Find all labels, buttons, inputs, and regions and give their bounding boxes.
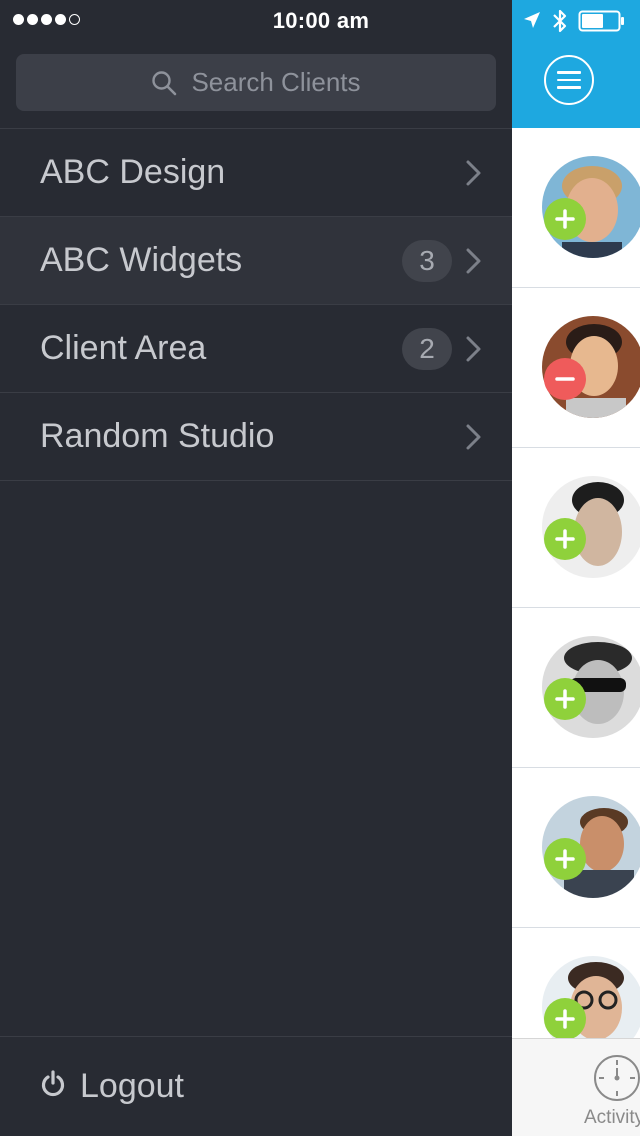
- add-person-button[interactable]: [544, 998, 586, 1040]
- status-bar-right: [512, 6, 640, 36]
- power-icon: [40, 1070, 66, 1103]
- add-person-button[interactable]: [544, 518, 586, 560]
- status-bar: 10:00 am: [0, 0, 512, 40]
- client-item-abc-widgets[interactable]: ABC Widgets 3: [0, 217, 512, 305]
- client-item-client-area[interactable]: Client Area 2: [0, 305, 512, 393]
- client-list: ABC Design ABC Widgets 3 Client Area 2 R…: [0, 128, 512, 481]
- bluetooth-icon: [552, 8, 568, 39]
- person-row[interactable]: [512, 448, 640, 608]
- client-name: ABC Design: [40, 153, 226, 191]
- clock-icon: [592, 1053, 640, 1108]
- client-item-random-studio[interactable]: Random Studio: [0, 393, 512, 481]
- search-icon: [151, 70, 177, 96]
- client-name: ABC Widgets: [40, 241, 243, 279]
- search-clients-input[interactable]: Search Clients: [16, 54, 496, 111]
- menu-line: [557, 78, 581, 82]
- unread-count-badge: 3: [402, 240, 452, 282]
- client-name: Random Studio: [40, 417, 275, 455]
- remove-person-button[interactable]: [544, 358, 586, 400]
- chevron-right-icon: [464, 335, 484, 363]
- person-row[interactable]: [512, 128, 640, 288]
- client-drawer: 10:00 am Search Clients ABC Design ABC W…: [0, 0, 512, 1136]
- unread-count-badge: 2: [402, 328, 452, 370]
- add-person-button[interactable]: [544, 198, 586, 240]
- add-person-button[interactable]: [544, 678, 586, 720]
- tab-bar: Activity: [512, 1038, 640, 1136]
- location-arrow-icon: [522, 10, 542, 35]
- chevron-right-icon: [464, 159, 484, 187]
- client-name: Client Area: [40, 329, 207, 367]
- menu-line: [557, 71, 581, 74]
- hamburger-menu-button[interactable]: [544, 55, 594, 105]
- person-row[interactable]: [512, 768, 640, 928]
- client-item-abc-design[interactable]: ABC Design: [0, 129, 512, 217]
- search-placeholder: Search Clients: [191, 67, 361, 97]
- person-row[interactable]: [512, 608, 640, 768]
- person-row[interactable]: [512, 288, 640, 448]
- app-screen: 10:00 am Search Clients ABC Design ABC W…: [0, 0, 640, 1136]
- chevron-right-icon: [464, 423, 484, 451]
- logout-label: Logout: [80, 1067, 184, 1105]
- logout-button[interactable]: Logout: [0, 1036, 512, 1136]
- menu-line: [557, 86, 581, 89]
- battery-icon: [578, 10, 626, 37]
- add-person-button[interactable]: [544, 838, 586, 880]
- tab-activity-label: Activity: [584, 1107, 640, 1128]
- main-view-peek[interactable]: Activity: [512, 0, 640, 1136]
- tab-activity[interactable]: Activity: [582, 1039, 640, 1136]
- chevron-right-icon: [464, 247, 484, 275]
- main-header: [512, 0, 640, 128]
